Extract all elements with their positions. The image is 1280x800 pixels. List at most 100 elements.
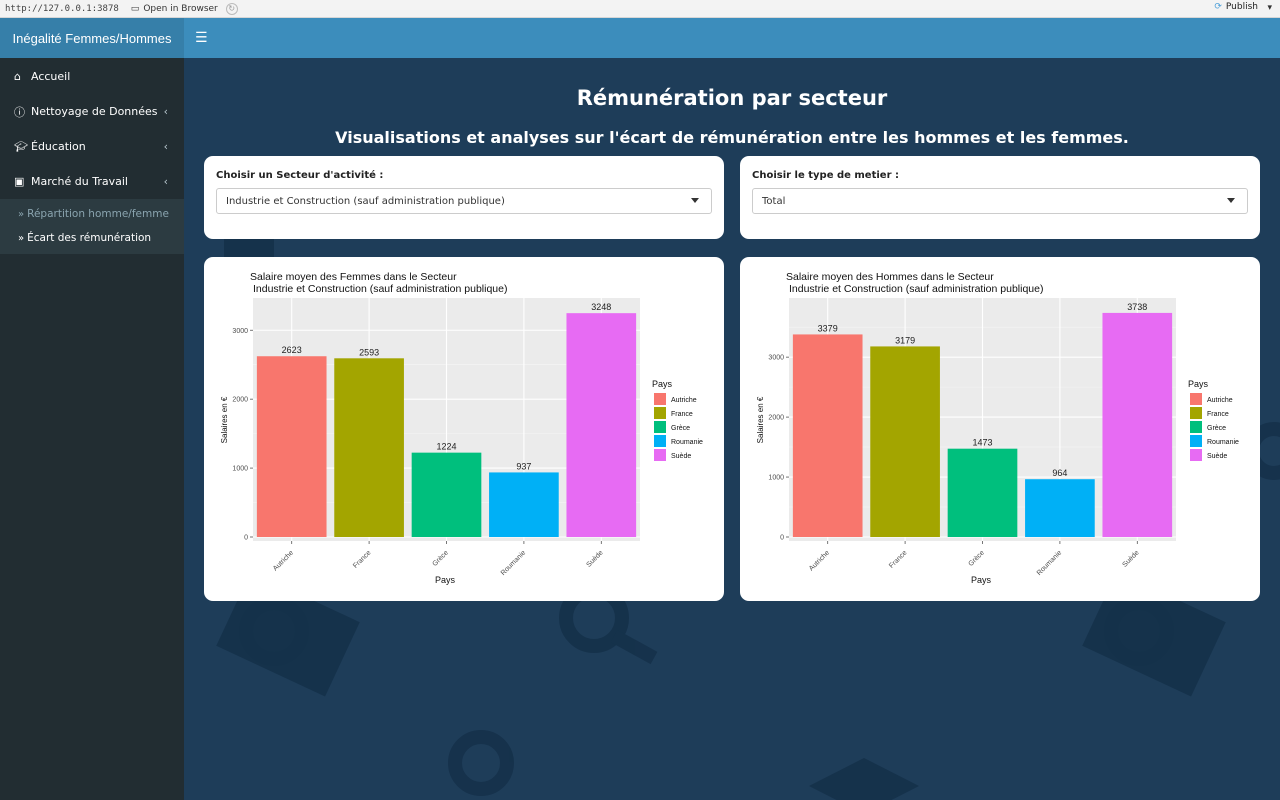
- sidebar-subitem-ecart[interactable]: » Écart des rémunération: [0, 226, 184, 250]
- bar-roumanie: [489, 472, 559, 537]
- x-tick-label: Autriche: [808, 549, 831, 572]
- chart-hommes: 0 1000 2000 3000 3379 Autriche 3179 France 1473 G…: [756, 271, 1239, 585]
- publish-icon: ⟳: [1214, 2, 1222, 12]
- legend-label: Autriche: [671, 397, 697, 404]
- x-tick-label: Grèce: [967, 549, 986, 568]
- y-axis-label: Salaires en €: [756, 396, 765, 443]
- legend-label: Grèce: [671, 425, 690, 432]
- y-tick-label: 0: [780, 535, 784, 542]
- sidebar-item-label: Marché du Travail: [31, 175, 128, 188]
- x-tick-label: France: [888, 549, 908, 569]
- sidebar-item-label: Accueil: [31, 70, 71, 83]
- sidebar-subitem-repartition[interactable]: » Répartition homme/femme: [0, 202, 184, 226]
- open-in-browser-button[interactable]: ▭ Open in Browser: [131, 4, 218, 14]
- legend-swatch-grèce: [1190, 421, 1202, 433]
- app-title: Inégalité Femmes/Hommes: [0, 18, 184, 58]
- sidebar-item-education[interactable]: 🎓︎ Éducation ‹: [0, 129, 184, 164]
- graduation-cap-icon: 🎓︎: [14, 140, 28, 153]
- legend-swatch-suède: [654, 449, 666, 461]
- sidebar-item-nettoyage[interactable]: ⓘ Nettoyage de Données ‹: [0, 94, 184, 129]
- bar-france: [334, 358, 404, 537]
- bar-autriche: [256, 356, 327, 537]
- sidebar: ⌂ Accueil ⓘ Nettoyage de Données ‹ 🎓︎ Éd…: [0, 58, 184, 800]
- y-tick-label: 1000: [232, 466, 248, 473]
- legend-title: Pays: [652, 379, 673, 389]
- legend-label: Suède: [671, 453, 691, 460]
- chevron-left-icon: ‹: [163, 140, 168, 153]
- x-tick-label: Grèce: [431, 549, 450, 568]
- app-header: Inégalité Femmes/Hommes ☰: [0, 18, 1280, 58]
- bar-suède: [1102, 312, 1173, 537]
- bar-value-label: 937: [516, 461, 531, 471]
- bar-value-label: 3738: [1127, 302, 1147, 312]
- briefcase-icon: ▣: [14, 175, 25, 188]
- chart-card-femmes: 0 1000 2000 3000 2623 Autriche 2593 France 1224 G…: [204, 257, 724, 601]
- x-tick-label: France: [352, 549, 372, 569]
- open-in-browser-label: Open in Browser: [143, 3, 218, 14]
- bar-grèce: [411, 452, 482, 537]
- legend-swatch-autriche: [654, 393, 666, 405]
- legend-title: Pays: [1188, 379, 1209, 389]
- sector-select[interactable]: Industrie et Construction (sauf administ…: [216, 188, 712, 214]
- x-tick-label: Roumanie: [500, 549, 528, 577]
- chevron-left-icon: ‹: [163, 175, 168, 188]
- search-icon: [448, 730, 514, 796]
- y-tick-label: 0: [244, 535, 248, 542]
- graduation-cap-icon: [809, 758, 919, 800]
- chart-card-hommes: 0 1000 2000 3000 3379 Autriche 3179 France 1473 G…: [740, 257, 1260, 601]
- y-tick-label: 3000: [768, 355, 784, 362]
- chart-title: Salaire moyen des Hommes dans le Secteur: [786, 271, 994, 283]
- x-tick-label: Suède: [585, 549, 604, 568]
- caret-down-icon: [1227, 198, 1235, 203]
- publish-label: Publish: [1225, 2, 1258, 12]
- y-tick-label: 2000: [768, 415, 784, 422]
- bar-value-label: 964: [1052, 468, 1067, 478]
- submenu-marche-travail: » Répartition homme/femme » Écart des ré…: [0, 199, 184, 254]
- legend-label: Autriche: [1207, 397, 1233, 404]
- main-content: Rémunération par secteur Visualisations …: [184, 58, 1280, 800]
- legend-label: France: [1207, 411, 1229, 418]
- bar-value-label: 2623: [282, 345, 302, 355]
- refresh-icon[interactable]: ↻: [225, 2, 238, 15]
- double-chevron-right-icon: »: [18, 208, 25, 220]
- legend-label: France: [671, 411, 693, 418]
- bar-suède: [566, 313, 637, 537]
- chart-femmes: 0 1000 2000 3000 2623 Autriche 2593 France 1224 G…: [220, 271, 703, 585]
- x-tick-label: Suède: [1121, 549, 1140, 568]
- browser-toolbar: http://127.0.0.1:3878 ▭ Open in Browser …: [0, 0, 1280, 18]
- x-tick-label: Autriche: [272, 549, 295, 572]
- caret-down-icon: [691, 198, 699, 203]
- sector-select-card: Choisir un Secteur d'activité : Industri…: [204, 156, 724, 239]
- x-axis-label: Pays: [435, 575, 456, 585]
- legend-label: Roumanie: [671, 439, 703, 446]
- chart-title: Salaire moyen des Femmes dans le Secteur: [250, 271, 457, 283]
- y-tick-label: 3000: [232, 328, 248, 335]
- bar-value-label: 3248: [591, 302, 611, 312]
- legend-swatch-roumanie: [654, 435, 666, 447]
- sidebar-toggle-icon[interactable]: ☰: [195, 30, 208, 46]
- legend-swatch-france: [654, 407, 666, 419]
- home-icon: ⌂: [14, 70, 21, 83]
- publish-button[interactable]: ⟳ Publish: [1214, 2, 1258, 12]
- publish-dropdown-icon[interactable]: ▾: [1267, 3, 1272, 13]
- sidebar-subitem-label: Écart des rémunération: [27, 232, 152, 244]
- info-icon: ⓘ: [14, 105, 25, 119]
- sidebar-item-marche-travail[interactable]: ▣ Marché du Travail ‹: [0, 164, 184, 199]
- bar-value-label: 1473: [972, 438, 992, 448]
- type-select[interactable]: Total: [752, 188, 1248, 214]
- type-select-value: Total: [762, 195, 786, 207]
- bar-grèce: [947, 448, 1018, 537]
- y-axis-label: Salaires en €: [220, 396, 229, 443]
- bar-value-label: 3379: [818, 323, 838, 333]
- y-tick-label: 1000: [768, 475, 784, 482]
- legend-label: Roumanie: [1207, 439, 1239, 446]
- y-tick-label: 2000: [232, 397, 248, 404]
- type-select-card: Choisir le type de metier : Total: [740, 156, 1260, 239]
- url-text: http://127.0.0.1:3878: [5, 3, 119, 14]
- chart-subtitle: Industrie et Construction (sauf administ…: [789, 283, 1043, 295]
- bar-value-label: 1224: [436, 442, 456, 452]
- female-symbol-icon: [610, 629, 658, 665]
- sector-select-value: Industrie et Construction (sauf administ…: [226, 195, 505, 207]
- sidebar-item-accueil[interactable]: ⌂ Accueil: [0, 59, 184, 94]
- legend-swatch-grèce: [654, 421, 666, 433]
